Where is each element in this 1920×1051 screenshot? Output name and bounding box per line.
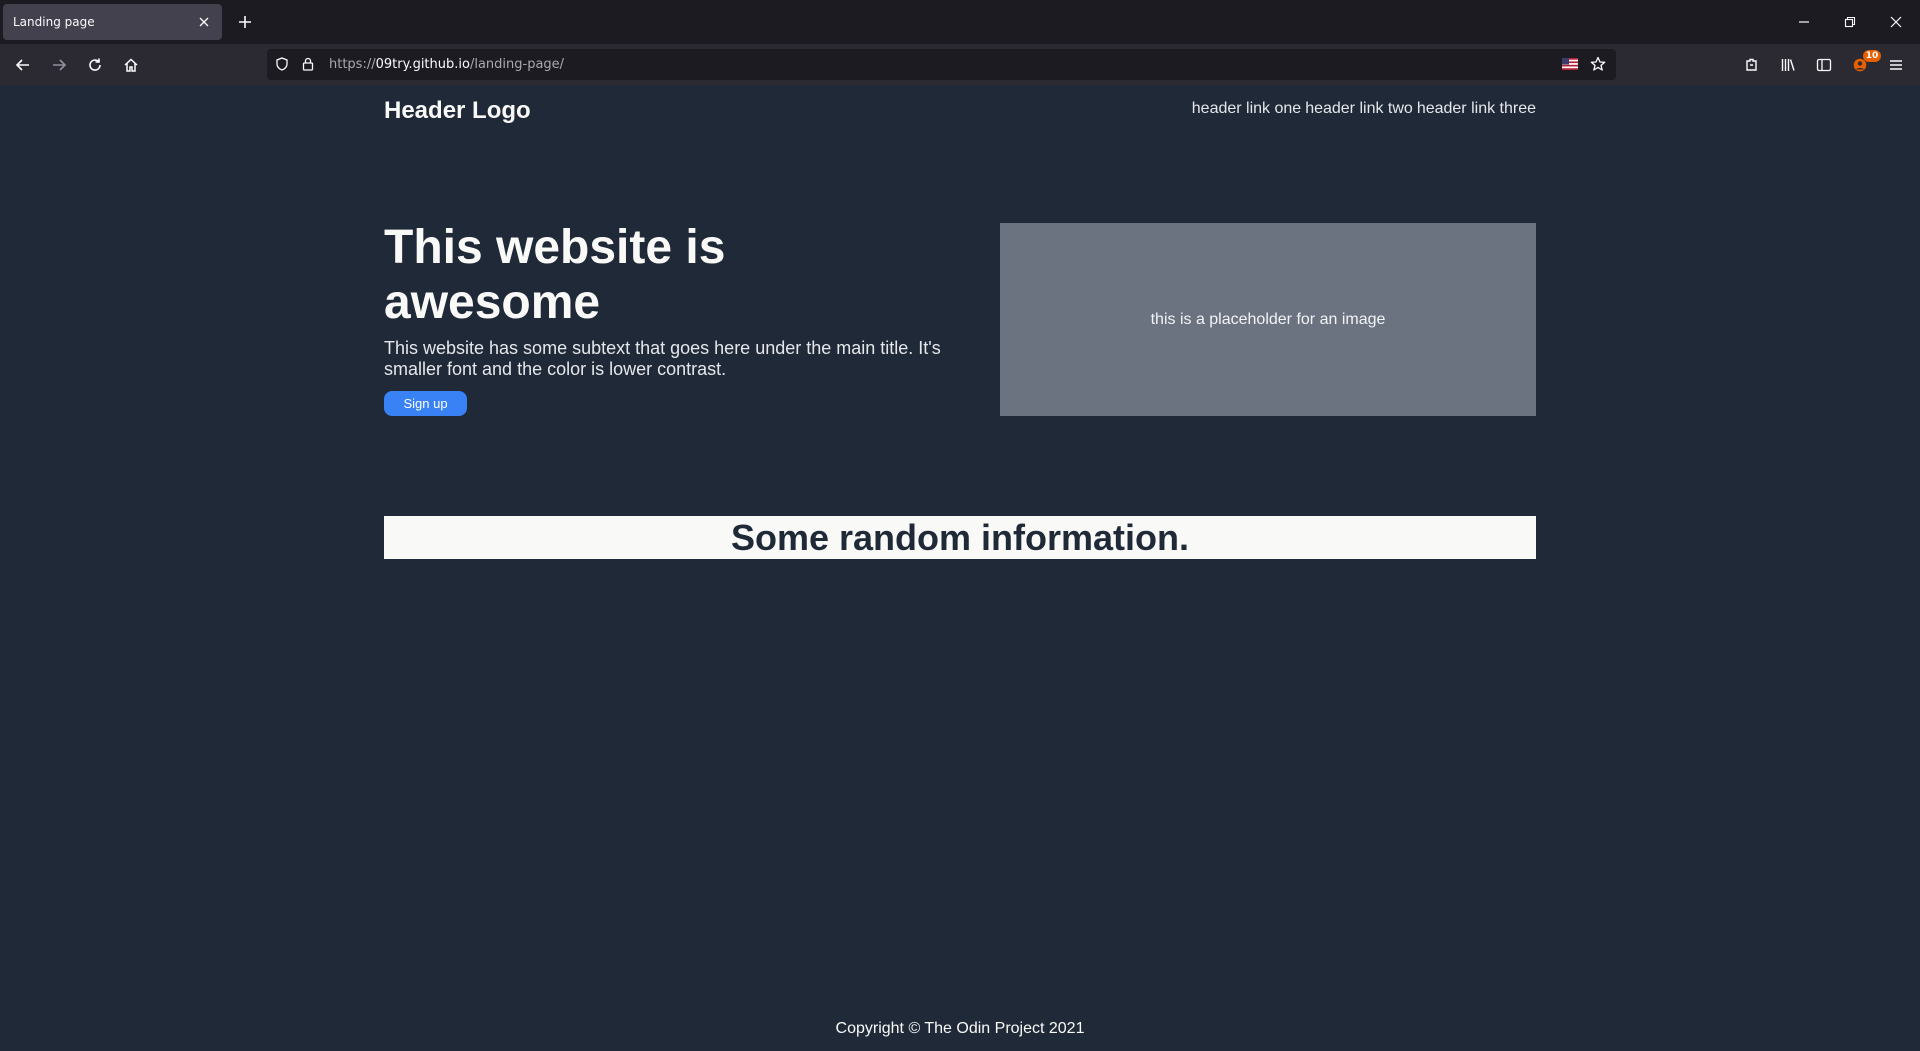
url-host: 09try.github.io <box>375 57 470 72</box>
close-icon[interactable] <box>196 14 212 30</box>
notification-badge: 10 <box>1863 50 1881 62</box>
url-text: https://09try.github.io/landing-page/ <box>329 57 564 72</box>
header-logo[interactable]: Header Logo <box>384 97 531 125</box>
home-icon[interactable] <box>118 52 144 78</box>
url-scheme: https:// <box>329 57 376 72</box>
arrow-left-icon[interactable] <box>10 52 36 78</box>
footer-copyright: Copyright © The Odin Project 2021 <box>835 1020 1085 1037</box>
tab-title: Landing page <box>13 15 95 29</box>
image-placeholder-text: this is a placeholder for an image <box>1150 310 1386 328</box>
hamburger-icon[interactable] <box>1883 52 1909 78</box>
header-link-two[interactable]: header link two <box>1305 100 1413 118</box>
us-flag-icon[interactable] <box>1561 55 1579 73</box>
header-link-one[interactable]: header link one <box>1192 100 1301 118</box>
info-heading: Some random information. <box>730 516 1190 558</box>
browser-tab[interactable]: Landing page <box>3 4 222 40</box>
library-icon[interactable] <box>1775 52 1801 78</box>
browser-tab-bar: Landing page <box>0 0 1920 44</box>
minimize-icon[interactable] <box>1794 12 1814 32</box>
header-nav: header link one header link two header l… <box>1192 100 1536 118</box>
star-icon[interactable] <box>1589 55 1607 73</box>
hero-title: This website is awesome <box>384 221 726 329</box>
sign-up-button[interactable]: Sign up <box>384 391 467 416</box>
sidebar-icon[interactable] <box>1811 52 1837 78</box>
lock-icon[interactable] <box>299 55 317 73</box>
arrow-right-icon[interactable] <box>46 52 72 78</box>
close-window-icon[interactable] <box>1886 12 1906 32</box>
hero-subtext: This website has some subtext that goes … <box>384 338 941 379</box>
puzzle-icon[interactable] <box>1739 52 1765 78</box>
url-bar[interactable]: https://09try.github.io/landing-page/ <box>267 49 1616 80</box>
browser-toolbar: https://09try.github.io/landing-page/ <box>0 44 1920 85</box>
restore-icon[interactable] <box>1840 12 1860 32</box>
url-path: /landing-page/ <box>469 57 565 72</box>
plus-icon[interactable] <box>235 12 255 32</box>
page-viewport: Header Logo header link one header link … <box>0 85 1920 1051</box>
info-banner: Some random information. <box>384 516 1536 559</box>
image-placeholder: this is a placeholder for an image <box>1000 223 1536 416</box>
reload-icon[interactable] <box>82 52 108 78</box>
shield-icon[interactable] <box>273 55 291 73</box>
header-link-three[interactable]: header link three <box>1417 100 1536 118</box>
